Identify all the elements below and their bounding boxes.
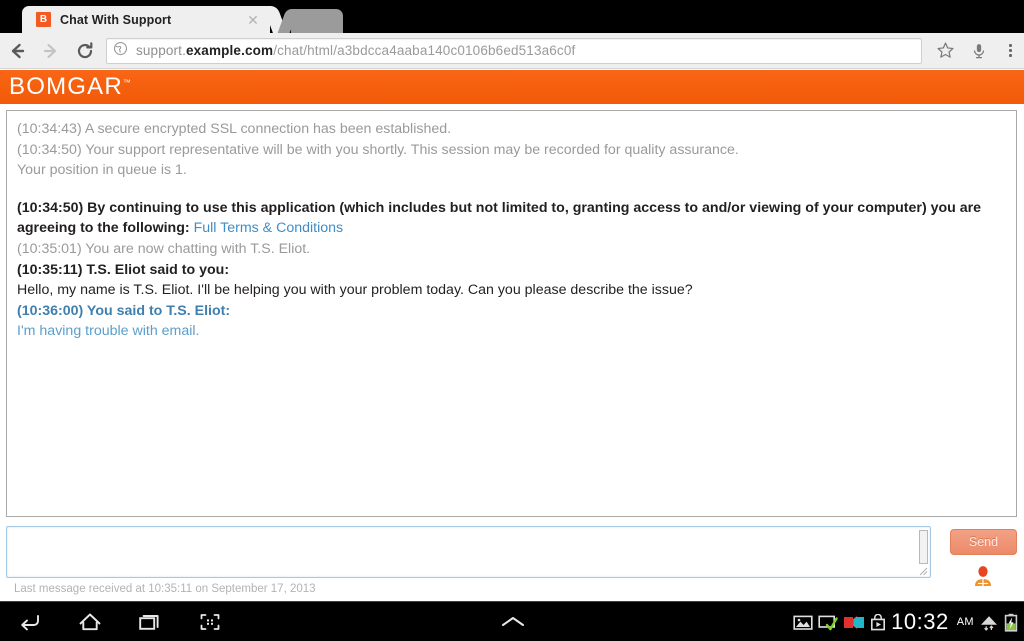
back-arrow-icon[interactable] [0,33,34,69]
reload-icon[interactable] [68,33,102,69]
toolbar-actions [928,33,996,69]
chat-transcript[interactable]: (10:34:43) A secure encrypted SSL connec… [6,110,1017,517]
brand-name: BOMGAR [9,73,123,100]
play-store-icon[interactable] [870,613,886,631]
chat-terms-message: (10:34:50) By continuing to use this app… [17,198,1006,239]
android-screenshot-icon[interactable] [180,602,240,641]
url-prefix: support. [136,43,186,58]
chat-page: (10:34:43) A secure encrypted SSL connec… [0,104,1024,601]
chat-rep-message: Hello, my name is T.S. Eliot. I'll be he… [17,282,693,299]
android-nav-buttons [0,602,240,641]
chat-rep-header: (10:35:11) T.S. Eliot said to you: [17,261,230,278]
tab-title: Chat With Support [60,12,172,27]
android-home-icon[interactable] [60,602,120,641]
android-back-icon[interactable] [0,602,60,641]
chat-terms-text: (10:34:50) By continuing to use this app… [17,199,982,237]
chat-composer: Send Last message received at 10:35:11 o… [6,526,1017,596]
last-message-status: Last message received at 10:35:11 on Sep… [14,583,316,595]
chat-message: (10:35:01) You are now chatting with T.S… [17,240,311,257]
user-avatar-icon[interactable] [971,564,995,588]
video-chat-icon[interactable] [843,614,865,631]
chevron-up-icon[interactable] [487,602,539,641]
status-meridiem: AM [956,616,974,628]
screenshot-capture-icon[interactable] [793,614,813,631]
browser-tab-strip: B Chat With Support ✕ [0,0,1024,33]
chat-message: (10:34:50) Your support representative w… [17,141,739,158]
brand-logo: BOMGAR™ [9,73,131,101]
overflow-menu-icon[interactable] [996,33,1024,69]
message-input[interactable] [6,526,931,578]
chat-you-header: (10:36:00) You said to T.S. Eliot: [17,302,231,319]
screen-check-icon[interactable] [818,614,838,631]
close-icon[interactable]: ✕ [242,13,264,27]
star-icon[interactable] [928,33,962,69]
send-button[interactable]: Send [950,529,1017,555]
status-clock: 10:32 [891,609,949,634]
browser-toolbar: support.example.com/chat/html/a3bdcca4aa… [0,33,1024,69]
forward-arrow-icon [34,33,68,69]
url-domain: example.com [185,43,274,58]
chat-message: (10:34:43) A secure encrypted SSL connec… [17,121,452,137]
battery-charging-icon[interactable] [1004,613,1018,632]
android-recents-icon[interactable] [120,602,180,641]
android-system-bar: 10:32 AM [0,601,1024,641]
globe-icon [113,41,128,61]
message-input-scrollbar-thumb[interactable] [919,530,928,564]
resize-handle-icon[interactable] [917,565,928,576]
browser-tab[interactable]: B Chat With Support ✕ [22,6,270,33]
android-status-tray: 10:32 AM [793,602,1018,641]
trademark-symbol: ™ [122,78,131,87]
bomgar-header: BOMGAR™ [0,70,1024,104]
address-bar-text: support.example.com/chat/html/a3bdcca4aa… [136,43,575,58]
url-path: /chat/html/a3bdcca4aaba140c0106b6ed513a6… [273,43,576,58]
wifi-icon[interactable] [979,613,999,631]
chat-message: Your position in queue is 1. [17,162,187,179]
tab-favicon: B [36,12,51,27]
address-bar[interactable]: support.example.com/chat/html/a3bdcca4aa… [106,37,922,64]
screen: B Chat With Support ✕ support.example.co… [0,0,1024,641]
full-terms-and-conditions-link[interactable]: Full Terms & Conditions [194,220,344,236]
microphone-icon[interactable] [962,33,996,69]
chat-you-message: I'm having trouble with email. [17,323,200,340]
new-tab-icon[interactable] [291,9,343,33]
